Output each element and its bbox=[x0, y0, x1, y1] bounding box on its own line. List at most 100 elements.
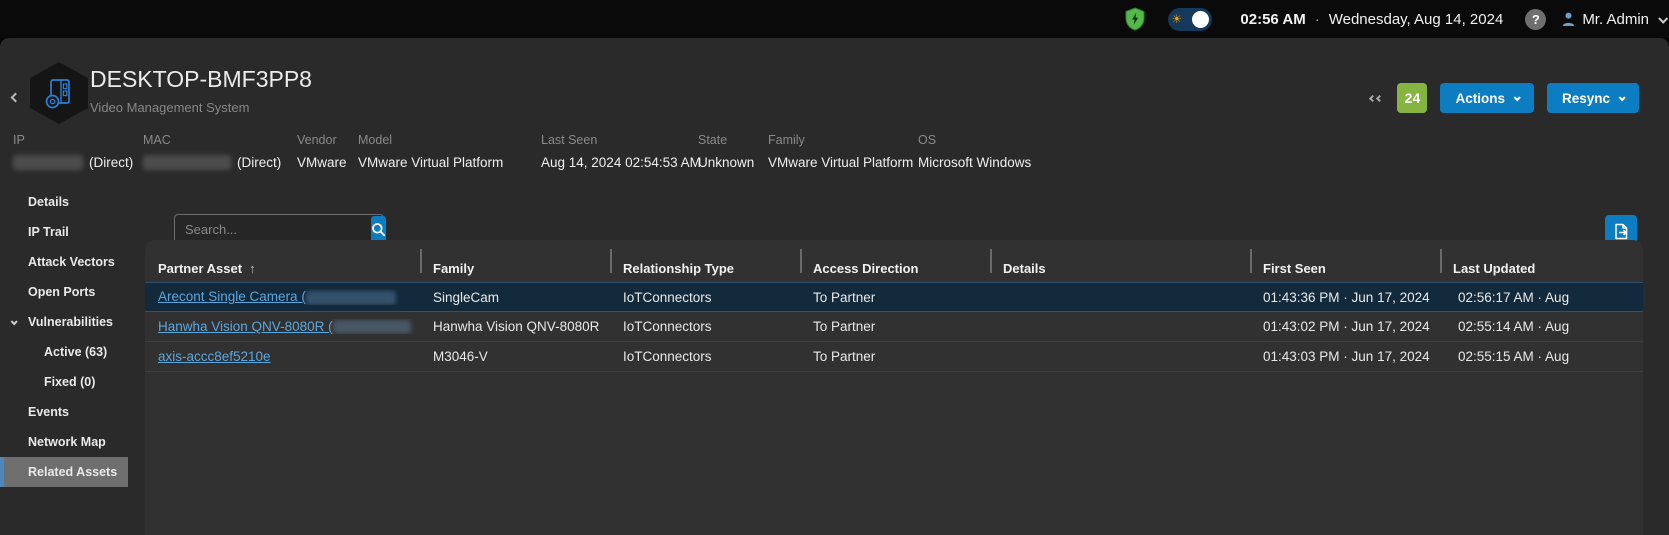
theme-toggle[interactable]: ☀ bbox=[1168, 8, 1212, 31]
sidebar-item-events[interactable]: Events bbox=[0, 397, 145, 427]
column-header-relationship-type[interactable]: Relationship Type bbox=[610, 240, 800, 282]
clock-date: Wednesday, Aug 14, 2024 bbox=[1329, 11, 1504, 28]
column-header-label: Partner Asset bbox=[158, 261, 242, 276]
access-direction-cell: To Partner bbox=[800, 290, 990, 305]
chevron-left-icon bbox=[11, 93, 21, 103]
family-cell: M3046-V bbox=[420, 349, 610, 364]
info-field-vendor: Vendor VMware bbox=[297, 133, 347, 170]
column-header-label: Access Direction bbox=[813, 261, 919, 276]
resync-button[interactable]: Resync bbox=[1547, 83, 1639, 113]
sidebar-item-attack-vectors[interactable]: Attack Vectors bbox=[0, 247, 145, 277]
sidebar-item-related-assets[interactable]: Related Assets bbox=[0, 457, 128, 487]
info-value: VMware Virtual Platform bbox=[358, 155, 503, 170]
redacted-value bbox=[13, 155, 83, 170]
chevron-left-icon bbox=[1376, 94, 1383, 101]
partner-asset-link[interactable]: Hanwha Vision QNV-8080R ( bbox=[158, 319, 411, 334]
column-header-details[interactable]: Details bbox=[990, 240, 1250, 282]
column-header-label: Relationship Type bbox=[623, 261, 734, 276]
search-button[interactable] bbox=[371, 216, 386, 243]
sidebar-item-label: Attack Vectors bbox=[28, 255, 115, 269]
redacted-value bbox=[333, 320, 411, 334]
toggle-knob bbox=[1192, 11, 1209, 28]
sidebar-item-label: Vulnerabilities bbox=[28, 315, 113, 329]
column-header-label: Family bbox=[433, 261, 474, 276]
table-row[interactable]: Arecont Single Camera ( SingleCam IoTCon… bbox=[145, 282, 1643, 312]
info-value: Aug 14, 2024 02:54:53 AM bbox=[541, 155, 701, 170]
partner-asset-name: Hanwha Vision QNV-8080R ( bbox=[158, 319, 333, 334]
chevron-down-icon bbox=[11, 318, 18, 325]
clock-time: 02:56 AM bbox=[1240, 11, 1305, 28]
sidebar-item-details[interactable]: Details bbox=[0, 187, 145, 217]
actions-button-label: Actions bbox=[1455, 91, 1505, 106]
info-label: MAC bbox=[143, 133, 281, 147]
column-header-last-updated[interactable]: Last Updated bbox=[1440, 240, 1643, 282]
table-row[interactable]: Hanwha Vision QNV-8080R ( Hanwha Vision … bbox=[145, 312, 1643, 342]
sidebar-item-ip-trail[interactable]: IP Trail bbox=[0, 217, 145, 247]
chevron-down-icon bbox=[1514, 94, 1521, 101]
back-button[interactable] bbox=[12, 88, 19, 106]
sidebar-item-label: IP Trail bbox=[28, 225, 69, 239]
info-field-mac: MAC (Direct) bbox=[143, 133, 281, 170]
access-direction-cell: To Partner bbox=[800, 349, 990, 364]
sidebar-item-label: Related Assets bbox=[28, 465, 117, 479]
last-updated-cell: 02:55:14 AM · Aug bbox=[1440, 319, 1643, 334]
info-value: Unknown bbox=[698, 155, 754, 170]
sidebar-item-label: Network Map bbox=[28, 435, 106, 449]
risk-score-badge[interactable]: 24 bbox=[1397, 83, 1427, 113]
info-label: Vendor bbox=[297, 133, 347, 147]
chevron-down-icon bbox=[1658, 13, 1668, 23]
family-cell: Hanwha Vision QNV-8080R bbox=[420, 319, 610, 334]
family-cell: SingleCam bbox=[420, 290, 610, 305]
column-header-label: Last Updated bbox=[1453, 261, 1535, 276]
sort-ascending-icon: ↑ bbox=[249, 261, 256, 276]
collapse-panel-button[interactable] bbox=[1370, 96, 1382, 101]
partner-asset-link[interactable]: Arecont Single Camera ( bbox=[158, 289, 396, 304]
column-header-partner-asset[interactable]: Partner Asset ↑ bbox=[145, 240, 420, 282]
column-header-family[interactable]: Family bbox=[420, 240, 610, 282]
access-direction-cell: To Partner bbox=[800, 319, 990, 334]
redacted-value bbox=[143, 155, 231, 170]
info-value: VMware Virtual Platform bbox=[768, 155, 913, 170]
sidebar-item-vulnerabilities-active[interactable]: Active (63) bbox=[0, 337, 145, 367]
table-row[interactable]: axis-accc8ef5210e M3046-V IoTConnectors … bbox=[145, 342, 1643, 372]
user-menu[interactable]: Mr. Admin bbox=[1562, 11, 1663, 28]
info-value: (Direct) bbox=[237, 155, 281, 170]
column-header-access-direction[interactable]: Access Direction bbox=[800, 240, 990, 282]
sidebar-item-label: Open Ports bbox=[28, 285, 95, 299]
page-title: DESKTOP-BMF3PP8 bbox=[90, 66, 312, 93]
info-field-family: Family VMware Virtual Platform bbox=[768, 133, 913, 170]
info-label: Last Seen bbox=[541, 133, 701, 147]
device-category: Video Management System bbox=[90, 100, 249, 115]
sidebar-item-network-map[interactable]: Network Map bbox=[0, 427, 145, 457]
actions-button[interactable]: Actions bbox=[1440, 83, 1534, 113]
related-assets-panel: Partner Asset ↑ Family Relationship Type… bbox=[145, 240, 1643, 535]
info-field-os: OS Microsoft Windows bbox=[918, 133, 1031, 170]
device-page: DESKTOP-BMF3PP8 Video Management System … bbox=[0, 38, 1669, 535]
first-seen-cell: 01:43:02 PM · Jun 17, 2024 bbox=[1250, 319, 1440, 334]
sidebar-item-vulnerabilities-fixed[interactable]: Fixed (0) bbox=[0, 367, 145, 397]
sidebar-item-vulnerabilities[interactable]: Vulnerabilities bbox=[0, 307, 145, 337]
column-header-first-seen[interactable]: First Seen bbox=[1250, 240, 1440, 282]
info-label: Model bbox=[358, 133, 503, 147]
relationship-type-cell: IoTConnectors bbox=[610, 290, 800, 305]
sidebar-item-open-ports[interactable]: Open Ports bbox=[0, 277, 145, 307]
table-header-row: Partner Asset ↑ Family Relationship Type… bbox=[145, 240, 1643, 282]
partner-asset-link[interactable]: axis-accc8ef5210e bbox=[158, 349, 271, 364]
info-field-model: Model VMware Virtual Platform bbox=[358, 133, 503, 170]
security-shield-icon bbox=[1124, 7, 1146, 31]
relationship-type-cell: IoTConnectors bbox=[610, 319, 800, 334]
export-icon bbox=[1613, 223, 1630, 240]
separator-dot: · bbox=[1315, 11, 1320, 28]
last-updated-cell: 02:56:17 AM · Aug bbox=[1440, 290, 1643, 305]
info-field-state: State Unknown bbox=[698, 133, 754, 170]
partner-asset-name: axis-accc8ef5210e bbox=[158, 349, 271, 364]
info-label: Family bbox=[768, 133, 913, 147]
device-tabs-sidebar: Details IP Trail Attack Vectors Open Por… bbox=[0, 187, 145, 487]
info-value: (Direct) bbox=[89, 155, 133, 170]
sun-icon: ☀ bbox=[1171, 13, 1182, 25]
first-seen-cell: 01:43:36 PM · Jun 17, 2024 bbox=[1250, 290, 1440, 305]
info-label: IP bbox=[13, 133, 133, 147]
sidebar-item-label: Fixed (0) bbox=[44, 375, 95, 389]
help-icon[interactable]: ? bbox=[1525, 9, 1546, 30]
sidebar-item-label: Details bbox=[28, 195, 69, 209]
